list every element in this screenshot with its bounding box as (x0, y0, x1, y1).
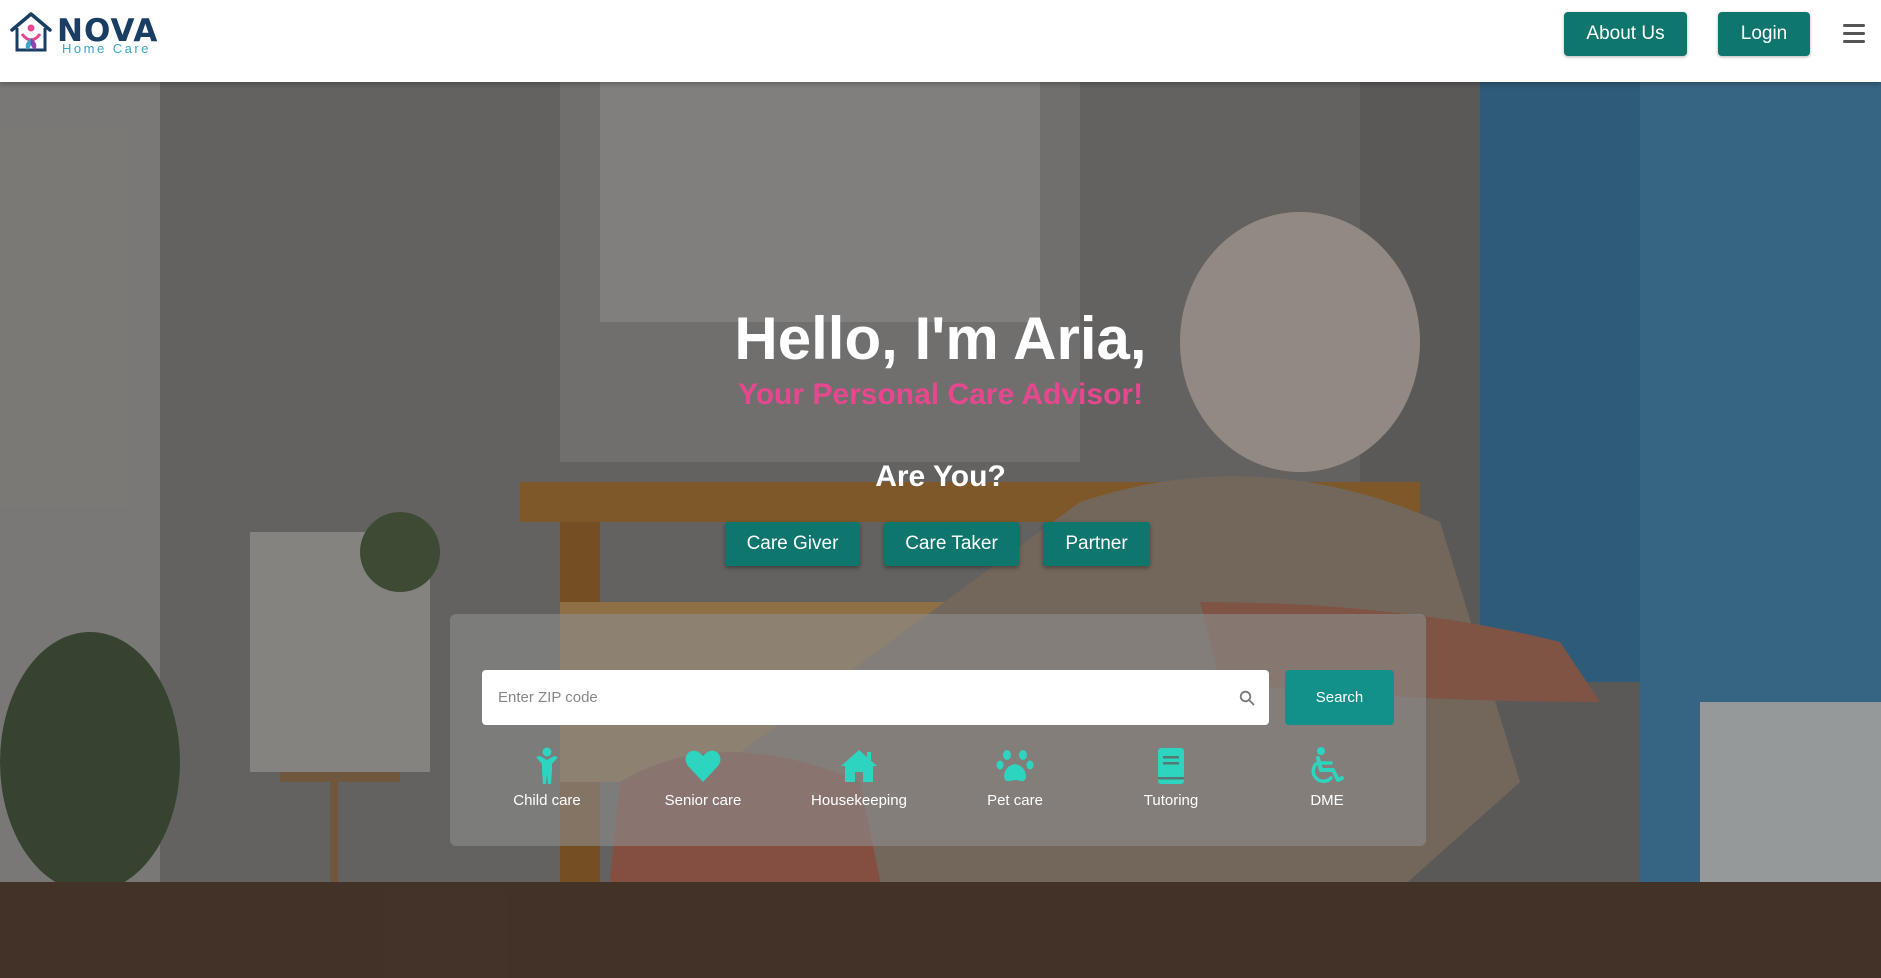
category-housekeeping[interactable]: Housekeeping (799, 746, 919, 816)
category-label: DME (1310, 792, 1344, 809)
category-label: Senior care (664, 792, 742, 809)
category-tutoring[interactable]: Tutoring (1111, 746, 1231, 816)
category-dme[interactable]: DME (1267, 746, 1387, 816)
category-child-care[interactable]: Child care (487, 746, 607, 816)
about-us-button[interactable]: About Us (1564, 12, 1687, 56)
house-logo-icon (10, 12, 52, 52)
book-icon (1158, 748, 1184, 784)
search-panel: Search Child care Senior care Housekeepi… (450, 614, 1426, 846)
brand-logo[interactable]: NOVA Home Care (9, 10, 157, 58)
house-icon (841, 750, 877, 782)
menu-icon[interactable] (1843, 24, 1865, 44)
role-question: Are You? (875, 460, 1006, 493)
heart-icon (685, 750, 721, 782)
wheelchair-icon (1311, 747, 1344, 783)
site-header: NOVA Home Care About Us Login (0, 0, 1881, 82)
hero-title: Hello, I'm Aria, (734, 305, 1147, 372)
search-icon[interactable] (1239, 690, 1255, 706)
category-label: Tutoring (1143, 792, 1199, 809)
category-pet-care[interactable]: Pet care (955, 746, 1075, 816)
zip-code-input[interactable] (482, 670, 1269, 725)
brand-tagline: Home Care (62, 41, 151, 56)
login-button[interactable]: Login (1718, 12, 1810, 56)
category-label: Housekeeping (811, 792, 907, 809)
search-button[interactable]: Search (1285, 670, 1394, 725)
category-label: Pet care (987, 792, 1043, 809)
category-senior-care[interactable]: Senior care (643, 746, 763, 816)
child-icon (536, 747, 558, 784)
paw-icon (996, 750, 1034, 782)
hero-section: Hello, I'm Aria, Your Personal Care Advi… (0, 82, 1881, 978)
partner-button[interactable]: Partner (1043, 522, 1150, 566)
hero-subtitle: Your Personal Care Advisor! (737, 378, 1144, 411)
care-giver-button[interactable]: Care Giver (725, 522, 860, 566)
category-label: Child care (513, 792, 581, 809)
care-taker-button[interactable]: Care Taker (884, 522, 1019, 566)
